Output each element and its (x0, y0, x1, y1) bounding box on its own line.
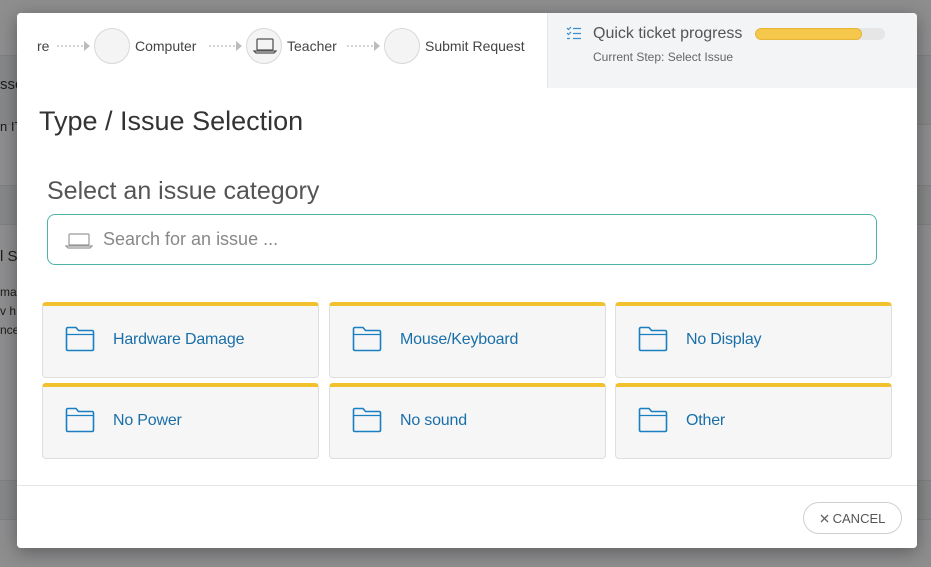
category-label: No Power (113, 412, 182, 429)
step-computer-circle[interactable] (94, 28, 130, 64)
step-label-computer[interactable]: Computer (135, 38, 196, 54)
category-tile-no-display[interactable]: No Display (615, 302, 892, 378)
issue-search-input[interactable] (103, 215, 863, 264)
issue-selection-modal: re Computer Teacher Submit Request Quick… (17, 13, 917, 548)
category-label: Mouse/Keyboard (400, 331, 519, 348)
category-label: Other (686, 412, 726, 429)
category-label: No Display (686, 331, 762, 348)
step-label-teacher[interactable]: Teacher (287, 38, 337, 54)
modal-footer: CANCEL (17, 485, 917, 548)
page-title: Type / Issue Selection (39, 106, 304, 136)
category-tile-mouse-keyboard[interactable]: Mouse/Keyboard (329, 302, 606, 378)
category-tile-hardware-damage[interactable]: Hardware Damage (42, 302, 319, 378)
folder-icon (65, 407, 95, 433)
category-tile-no-sound[interactable]: No sound (329, 383, 606, 459)
folder-icon (352, 326, 382, 352)
progress-title: Quick ticket progress (593, 25, 743, 42)
cancel-button[interactable]: CANCEL (803, 502, 902, 534)
step-arrow-icon (209, 41, 242, 51)
step-wizard: re Computer Teacher Submit Request (17, 13, 547, 88)
laptop-icon (65, 233, 93, 249)
progress-bar-fill (755, 28, 862, 40)
category-tile-other[interactable]: Other (615, 383, 892, 459)
category-label: No sound (400, 412, 467, 429)
step-label: re (37, 38, 50, 54)
quick-ticket-progress: Quick ticket progress Current Step: Sele… (547, 13, 917, 88)
folder-icon (638, 407, 668, 433)
issue-search-box[interactable] (47, 214, 877, 265)
folder-icon (65, 326, 95, 352)
step-arrow-icon (57, 41, 90, 51)
folder-icon (352, 407, 382, 433)
section-title: Select an issue category (47, 177, 320, 205)
category-tile-no-power[interactable]: No Power (42, 383, 319, 459)
laptop-icon (253, 38, 277, 54)
current-step-text: Current Step: Select Issue (593, 50, 734, 64)
step-teacher-circle[interactable] (246, 28, 282, 64)
folder-icon (638, 326, 668, 352)
step-submit-circle[interactable] (384, 28, 420, 64)
category-label: Hardware Damage (113, 331, 245, 348)
checklist-icon (566, 26, 581, 40)
close-icon (820, 514, 829, 523)
modal-header: re Computer Teacher Submit Request Quick… (17, 13, 917, 88)
step-arrow-icon (347, 41, 380, 51)
cancel-button-label: CANCEL (832, 511, 886, 527)
category-grid: Hardware Damage Mouse/Keyboard No Displa… (42, 302, 892, 460)
step-label-submit[interactable]: Submit Request (425, 38, 525, 54)
progress-bar (755, 28, 885, 40)
